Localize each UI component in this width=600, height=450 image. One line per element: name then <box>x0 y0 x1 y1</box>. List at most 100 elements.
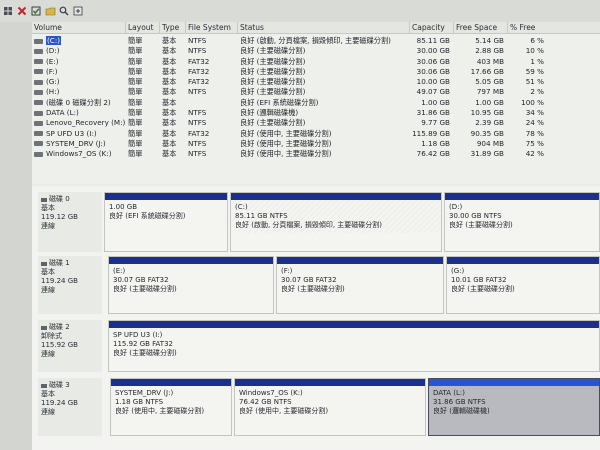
volume-list-header: Volume Layout Type File System Status Ca… <box>32 22 600 34</box>
partition-d[interactable]: (D:) 30.00 GB NTFS 良好 (主要磁碟分割) <box>444 192 600 252</box>
volume-cell-capacity: 115.89 GB <box>412 128 450 138</box>
disk-0-row: 磁碟 0 基本 119.12 GB 連線 1.00 GB 良好 (EFI 系統磁… <box>38 192 600 252</box>
volume-cell-pct: 6 % <box>530 36 544 45</box>
column-free-space[interactable]: Free Space <box>454 22 508 34</box>
volume-cell-layout: 簡單 <box>128 149 143 159</box>
volume-icon <box>34 38 43 44</box>
volume-cell-capacity: 30.00 GB <box>416 46 450 56</box>
volume-row[interactable]: (D:) 簡單 基本 NTFS 良好 (主要磁碟分割) 30.00 GB 2.88 GB 10… <box>32 46 600 56</box>
volume-cell-free: 31.89 GB <box>470 149 504 159</box>
volume-name: (E:) <box>46 56 59 66</box>
column-volume[interactable]: Volume <box>32 22 126 34</box>
volume-cell-pct: 59 % <box>525 66 544 76</box>
volume-row[interactable]: SP UFD U3 (I:) 簡單 基本 FAT32 良好 (使用中, 主要磁碟分割) 1… <box>32 129 600 139</box>
volume-cell-volume: (G:) <box>32 77 126 87</box>
volume-cell-volume: (磁碟 0 磁碟分割 2) <box>32 98 126 108</box>
column-type[interactable]: Type <box>160 22 186 34</box>
volume-row[interactable]: (C:) 簡單 基本 NTFS 良好 (啟動, 分頁檔案, 損毀傾印, 主要磁碟分割) 8… <box>32 36 600 46</box>
disk-icon <box>41 383 47 388</box>
partition-efi[interactable]: 1.00 GB 良好 (EFI 系統磁碟分割) <box>104 192 228 252</box>
volume-name: (D:) <box>46 46 60 56</box>
grid-icon[interactable] <box>2 4 14 18</box>
volume-cell-layout: 簡單 <box>128 46 143 56</box>
volume-icon <box>34 59 43 65</box>
volume-cell-layout: 簡單 <box>128 87 143 97</box>
zoom-icon[interactable] <box>72 4 84 18</box>
check-icon[interactable] <box>30 4 42 18</box>
disk-name: 磁碟 3 <box>49 381 70 389</box>
column-filesystem[interactable]: File System <box>186 22 238 34</box>
partition-f[interactable]: (F:) 30.07 GB FAT32 良好 (主要磁碟分割) <box>276 256 444 314</box>
volume-row[interactable]: Lenovo_Recovery (M:) 簡單 基本 NTFS 良好 (主要磁碟分割) 9… <box>32 118 600 128</box>
partition-label: Windows7_OS (K:) <box>239 389 303 397</box>
volume-icon <box>34 89 43 95</box>
volume-cell-layout: 簡單 <box>128 118 143 128</box>
partition-label: (C:) <box>235 203 248 211</box>
volume-icon <box>34 100 43 106</box>
volume-cell-type: 基本 <box>162 118 177 128</box>
partition-status: 良好 (主要磁碟分割) <box>449 221 513 229</box>
partition-size: 115.92 GB FAT32 <box>113 340 173 348</box>
partition-l-selected[interactable]: DATA (L:) 31.86 GB NTFS 良好 (邏輯磁碟機) <box>428 378 600 436</box>
volume-cell-status: 良好 (主要磁碟分割) <box>240 46 306 56</box>
volume-cell-volume: SYSTEM_DRV (J:) <box>32 139 126 149</box>
volume-cell-pct: 100 % <box>521 97 544 107</box>
volume-cell-capacity: 1.18 GB <box>421 138 450 148</box>
disk-state: 連線 <box>41 408 55 416</box>
volume-cell-fs: NTFS <box>188 87 207 97</box>
volume-row[interactable]: (G:) 簡單 基本 FAT32 良好 (主要磁碟分割) 10.00 GB 5.05 GB 5… <box>32 77 600 87</box>
volume-cell-fs <box>186 98 238 108</box>
volume-cell-fs: FAT32 <box>188 56 210 66</box>
partition-status: 良好 (主要磁碟分割) <box>113 285 177 293</box>
volume-icon <box>34 141 43 147</box>
volume-cell-free: 5.14 GB <box>475 36 504 45</box>
partition-status: 良好 (主要磁碟分割) <box>281 285 345 293</box>
volume-row[interactable]: Windows7_OS (K:) 簡單 基本 NTFS 良好 (使用中, 主要磁碟分割)… <box>32 149 600 159</box>
volume-row[interactable]: (H:) 簡單 基本 NTFS 良好 (主要磁碟分割) 49.07 GB 797 MB 2 % <box>32 87 600 97</box>
volume-cell-status: 良好 (主要磁碟分割) <box>240 77 306 87</box>
column-status[interactable]: Status <box>238 22 410 34</box>
volume-row[interactable]: SYSTEM_DRV (J:) 簡單 基本 NTFS 良好 (使用中, 主要磁碟分割) 1… <box>32 139 600 149</box>
volume-cell-volume: (F:) <box>32 67 126 77</box>
disk-state: 連線 <box>41 286 55 294</box>
volume-cell-status: 良好 (使用中, 主要磁碟分割) <box>240 128 332 138</box>
partition-i[interactable]: SP UFD U3 (I:) 115.92 GB FAT32 良好 (主要磁碟分… <box>108 320 600 372</box>
column-percent-free[interactable]: % Free <box>508 22 600 34</box>
partition-j[interactable]: SYSTEM_DRV (J:) 1.18 GB NTFS 良好 (使用中, 主要… <box>110 378 232 436</box>
folder-icon[interactable] <box>44 4 56 18</box>
volume-cell-pct: 42 % <box>525 149 544 159</box>
disk-0-label[interactable]: 磁碟 0 基本 119.12 GB 連線 <box>38 192 102 252</box>
volume-row[interactable]: (F:) 簡單 基本 FAT32 良好 (主要磁碟分割) 30.06 GB 17.66 GB… <box>32 67 600 77</box>
volume-row[interactable]: (磁碟 0 磁碟分割 2) 簡單 基本 良好 (EFI 系統磁碟分割) 1.00 GB 1… <box>32 98 600 108</box>
volume-cell-layout: 簡單 <box>128 36 143 45</box>
partition-size: 30.00 GB NTFS <box>449 212 502 220</box>
volume-row[interactable]: (E:) 簡單 基本 FAT32 良好 (主要磁碟分割) 30.06 GB 403 MB 1 … <box>32 57 600 67</box>
volume-cell-pct: 34 % <box>525 108 544 118</box>
partition-g[interactable]: (G:) 10.01 GB FAT32 良好 (主要磁碟分割) <box>446 256 600 314</box>
disk-3-label[interactable]: 磁碟 3 基本 119.24 GB 連線 <box>38 378 102 436</box>
partition-status: 良好 (使用中, 主要磁碟分割) <box>115 407 205 415</box>
partition-label: SP UFD U3 (I:) <box>113 331 163 339</box>
volume-cell-layout: 簡單 <box>128 128 143 138</box>
disk-1-label[interactable]: 磁碟 1 基本 119.24 GB 連線 <box>38 256 102 314</box>
column-capacity[interactable]: Capacity <box>410 22 454 34</box>
column-layout[interactable]: Layout <box>126 22 160 34</box>
disk-2-label[interactable]: 磁碟 2 卸除式 115.92 GB 連線 <box>38 320 102 372</box>
volume-row[interactable]: DATA (L:) 簡單 基本 NTFS 良好 (邏輯磁碟機) 31.86 GB 10.95… <box>32 108 600 118</box>
search-icon[interactable] <box>58 4 70 18</box>
volume-cell-fs: NTFS <box>188 138 207 148</box>
partition-k[interactable]: Windows7_OS (K:) 76.42 GB NTFS 良好 (使用中, … <box>234 378 426 436</box>
volume-cell-capacity: 49.07 GB <box>416 87 450 97</box>
partition-e[interactable]: (E:) 30.07 GB FAT32 良好 (主要磁碟分割) <box>108 256 274 314</box>
partition-status: 良好 (使用中, 主要磁碟分割) <box>239 407 329 415</box>
disk-management-window: Volume Layout Type File System Status Ca… <box>0 0 600 450</box>
close-icon[interactable] <box>16 4 28 18</box>
volume-cell-fs: NTFS <box>188 108 207 118</box>
volume-name: (H:) <box>46 87 60 97</box>
volume-list: Volume Layout Type File System Status Ca… <box>32 22 600 184</box>
volume-cell-status: 良好 (主要磁碟分割) <box>240 87 306 97</box>
disk-name: 磁碟 1 <box>49 259 70 267</box>
partition-status: 良好 (主要磁碟分割) <box>113 349 177 357</box>
partition-c[interactable]: (C:) 85.11 GB NTFS 良好 (啟動, 分頁檔案, 損毀傾印, 主… <box>230 192 442 252</box>
disk-3-row: 磁碟 3 基本 119.24 GB 連線 SYSTEM_DRV (J:) 1.1… <box>38 378 600 436</box>
